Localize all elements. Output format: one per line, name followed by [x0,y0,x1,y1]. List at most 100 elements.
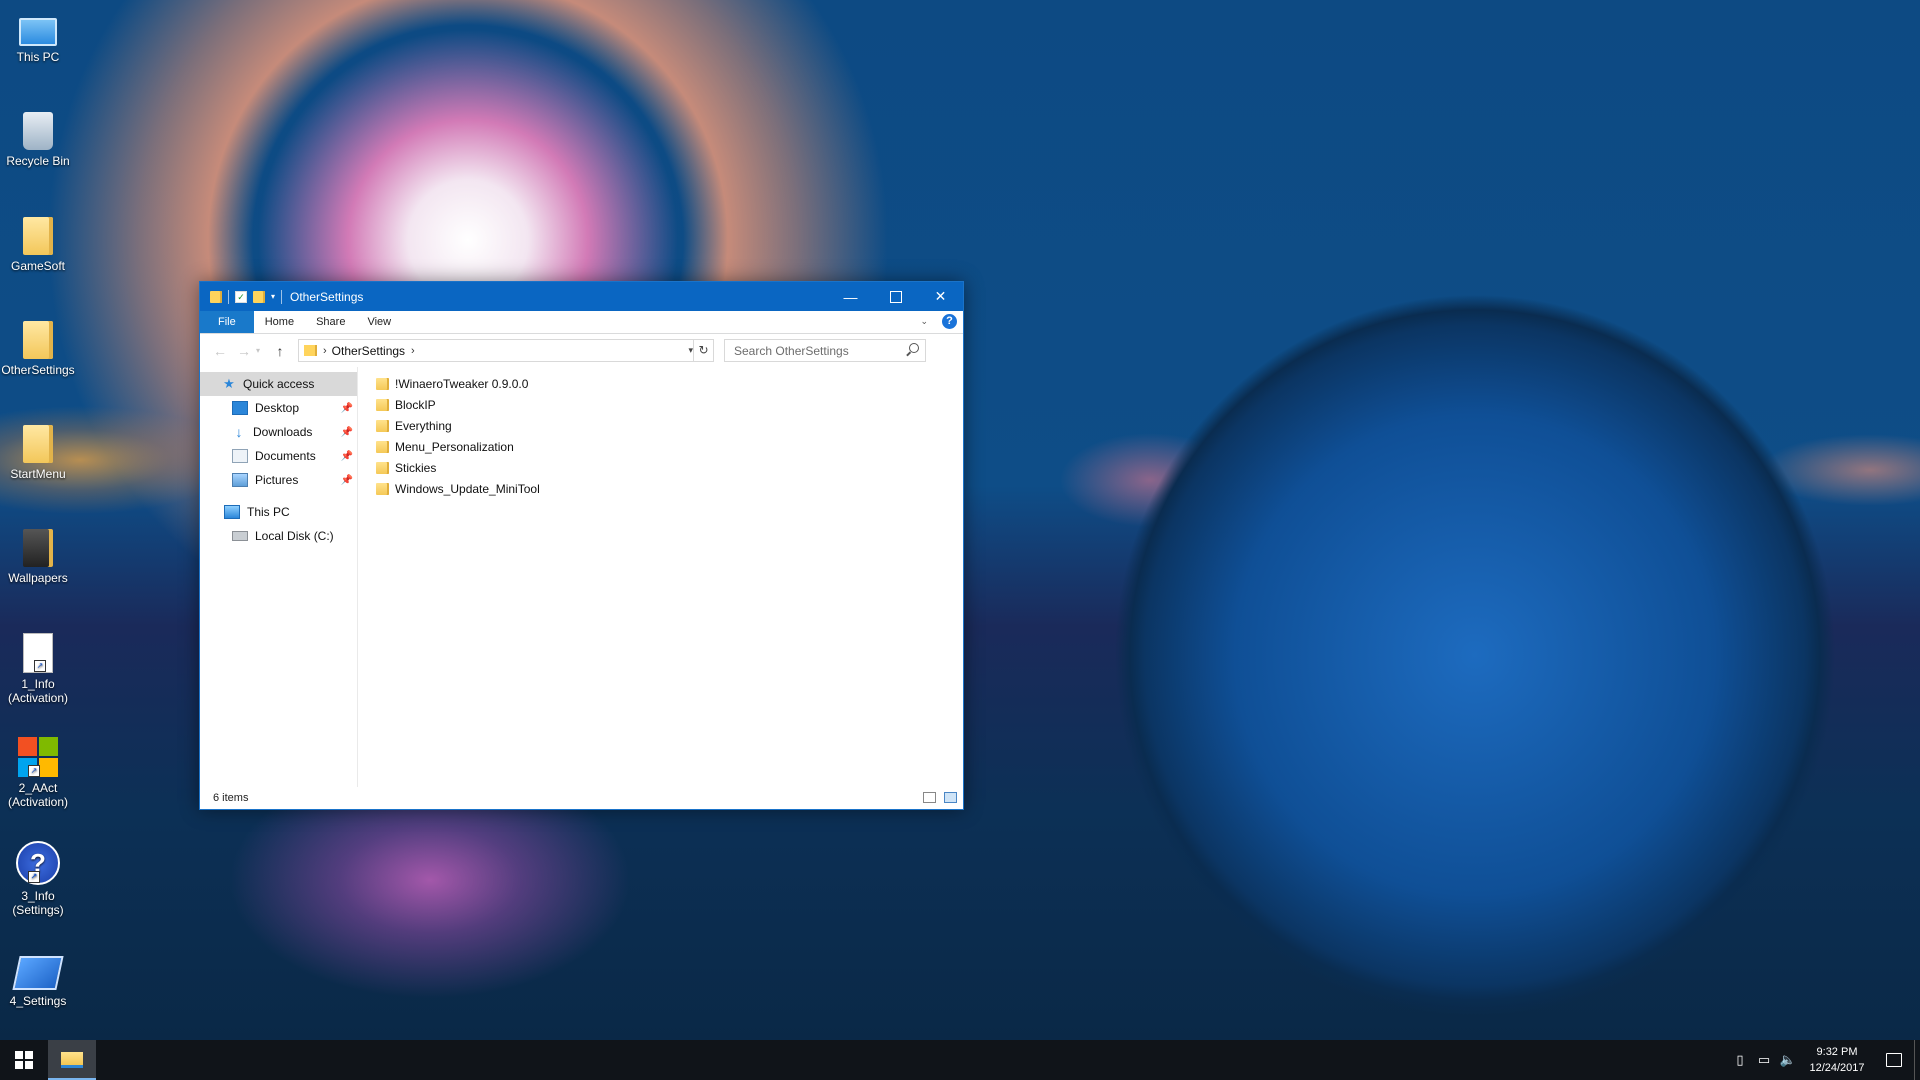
desktop-icon-gamesoft[interactable]: GameSoft [0,217,76,273]
tab-home[interactable]: Home [254,311,305,333]
breadcrumb[interactable]: OtherSettings [332,344,405,358]
folder-icon [376,482,389,495]
title-bar[interactable]: ✓ ▾ OtherSettings — ✕ [200,282,963,311]
nav-pictures[interactable]: Pictures 📌 [200,468,357,492]
show-desktop-button[interactable] [1914,1040,1920,1080]
maximize-button[interactable] [873,282,918,311]
large-icons-view-icon[interactable] [944,792,957,803]
refresh-button[interactable]: ↻ [693,340,713,361]
folder-icon [23,217,53,255]
taskbar-file-explorer[interactable] [48,1040,96,1080]
item-label: Stickies [395,460,437,475]
breadcrumb-separator-icon[interactable]: › [411,345,415,357]
window-controls: — ✕ [828,282,963,311]
tab-file[interactable]: File [200,311,254,333]
back-button[interactable]: ← [208,343,232,359]
desktop-icon-4-settings[interactable]: 4_Settings [0,950,76,1008]
item-label: !WinaeroTweaker 0.9.0.0 [395,376,529,391]
item-label: Windows_Update_MiniTool [395,481,540,496]
nav-label: Quick access [243,377,315,391]
list-item[interactable]: Menu_Personalization [376,436,963,457]
pin-icon: 📌 [340,426,353,438]
explorer-window: ✓ ▾ OtherSettings — ✕ File Home Share Vi… [199,281,964,810]
folder-icon [23,425,53,463]
recent-locations-icon[interactable]: ▾ [256,346,268,355]
folder-icon [376,398,389,411]
tab-view[interactable]: View [356,311,402,333]
desktop-icon-this-pc[interactable]: This PC [0,10,76,64]
desktop-icon-wallpapers[interactable]: Wallpapers [0,529,76,585]
list-item[interactable]: !WinaeroTweaker 0.9.0.0 [376,373,963,394]
settings-icon [12,956,64,990]
nav-quick-access[interactable]: ★ Quick access [200,372,357,396]
nav-local-disk[interactable]: Local Disk (C:) [200,524,357,548]
clock-date: 12/24/2017 [1809,1062,1865,1074]
desktop-icon-label: 4_Settings [9,994,67,1008]
desktop-icon-label: GameSoft [10,259,66,273]
list-item[interactable]: BlockIP [376,394,963,415]
chevron-down-icon[interactable]: ▾ [271,292,275,301]
help-button[interactable]: ? [942,314,957,329]
forward-button[interactable]: → [232,343,256,359]
volume-icon[interactable]: 🔈 [1776,1052,1800,1068]
usb-icon[interactable]: ▯ [1728,1052,1752,1068]
computer-icon [224,505,240,519]
navigation-pane: ★ Quick access Desktop 📌 ↓ Downloads 📌 D… [200,367,358,787]
properties-icon[interactable]: ✓ [235,290,247,303]
notification-icon [1886,1053,1902,1067]
search-icon[interactable] [909,343,919,353]
list-item[interactable]: Everything [376,415,963,436]
documents-icon [232,449,248,463]
star-icon: ★ [223,376,235,391]
nav-this-pc[interactable]: This PC [200,500,357,524]
folder-icon [23,529,53,567]
folder-icon [376,440,389,453]
windows-tiles-icon: ↗ [18,737,58,777]
address-bar[interactable]: › OtherSettings › ▾ ↻ [298,339,714,362]
start-button[interactable] [0,1040,48,1080]
view-toggle [923,792,957,803]
list-item[interactable]: Stickies [376,457,963,478]
document-icon: ↗ [23,633,53,673]
this-pc-icon [19,18,57,46]
item-label: BlockIP [395,397,436,412]
clock[interactable]: 9:32 PM 12/24/2017 [1800,1044,1874,1076]
nav-label: Pictures [255,473,299,487]
status-bar: 6 items [200,787,963,809]
new-folder-icon[interactable] [253,290,265,303]
desktop-icon-label: Wallpapers [8,571,68,585]
pin-icon: 📌 [340,402,353,414]
search-input[interactable] [732,342,906,359]
action-center-button[interactable] [1874,1053,1914,1067]
help-icon: ? ↗ [16,841,60,885]
minimize-button[interactable]: — [828,282,873,311]
nav-documents[interactable]: Documents 📌 [200,444,357,468]
pin-icon: 📌 [340,450,353,462]
desktop-icon-3-info[interactable]: ? ↗ 3_Info (Settings) [0,841,76,917]
drive-icon [232,531,248,541]
details-view-icon[interactable] [923,792,936,803]
folder-icon [376,419,389,432]
desktop-icon-recycle-bin[interactable]: Recycle Bin [0,112,76,168]
pictures-icon [232,473,248,487]
close-button[interactable]: ✕ [918,282,963,311]
tab-share[interactable]: Share [305,311,356,333]
nav-label: Documents [255,449,316,463]
network-icon[interactable]: ▭ [1752,1052,1776,1068]
nav-downloads[interactable]: ↓ Downloads 📌 [200,420,357,444]
nav-desktop[interactable]: Desktop 📌 [200,396,357,420]
taskbar: ▯ ▭ 🔈 9:32 PM 12/24/2017 [0,1040,1920,1080]
desktop-icon-1-info[interactable]: ↗ 1_Info (Activation) [0,633,76,705]
folder-icon [23,321,53,359]
up-button[interactable]: ↑ [268,343,292,359]
desktop-icon-startmenu[interactable]: StartMenu [0,425,76,481]
quick-access-toolbar: ✓ ▾ [200,289,283,304]
desktop-icon-label: This PC [16,50,60,64]
search-box[interactable] [724,339,926,362]
breadcrumb-separator-icon[interactable]: › [323,345,327,357]
clock-time: 9:32 PM [1816,1046,1858,1058]
list-item[interactable]: Windows_Update_MiniTool [376,478,963,499]
desktop-icon-2-aact[interactable]: ↗ 2_AAct (Activation) [0,737,76,809]
desktop-icon-othersettings[interactable]: OtherSettings [0,321,76,377]
expand-ribbon-icon[interactable]: ⌄ [920,316,928,327]
